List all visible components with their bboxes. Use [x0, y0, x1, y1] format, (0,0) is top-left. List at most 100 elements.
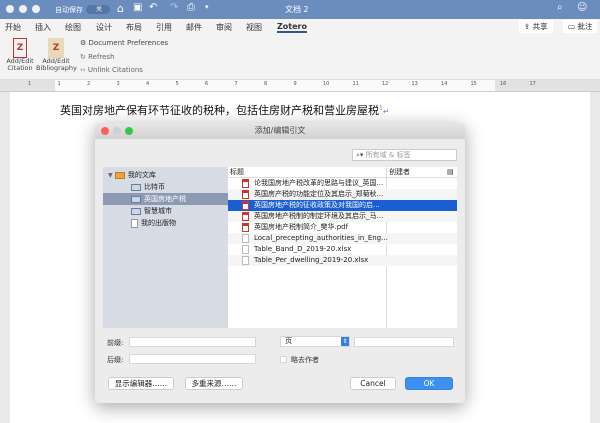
- file-icon: [242, 255, 249, 265]
- unlink-citations-button[interactable]: ‹› Unlink Citations: [80, 66, 143, 74]
- dialog-minimize-button[interactable]: [113, 127, 121, 135]
- document-paragraph[interactable]: 英国对房地产保有环节征收的税种，包括住房财产税和营业房屋税1↵: [60, 102, 390, 118]
- library-root[interactable]: ▼ 我的文库: [103, 169, 228, 181]
- multiple-sources-button[interactable]: 多重来源……: [185, 377, 243, 390]
- pdf-icon: [242, 200, 249, 210]
- window-title: 文档 2: [285, 5, 309, 14]
- search-input[interactable]: ⌕▾ 所有域 & 标签: [352, 149, 457, 161]
- folder-icon: [131, 207, 141, 215]
- ruler-number: 2: [87, 81, 91, 87]
- list-item[interactable]: Table_Per_dwelling_2019-20.xlsx: [228, 255, 457, 266]
- file-icon: [242, 244, 249, 254]
- suffix-input[interactable]: [129, 354, 256, 364]
- undo-icon[interactable]: ↶: [149, 2, 157, 13]
- share-button[interactable]: ⇪ 共享: [519, 20, 553, 33]
- cancel-button[interactable]: Cancel: [350, 377, 396, 390]
- ruler-number: 7: [234, 81, 238, 87]
- tab-review[interactable]: 审阅: [216, 22, 232, 33]
- item-title: 英国房地产税制简介_樊华.pdf: [254, 223, 349, 231]
- suppress-author-label: 略去作者: [291, 356, 319, 364]
- search-icon[interactable]: ⌕: [557, 2, 563, 13]
- ruler-number: 4: [146, 81, 150, 87]
- comment-button[interactable]: ▭ 批注: [563, 20, 598, 33]
- tab-layout[interactable]: 布局: [126, 22, 142, 33]
- ruler-number: 5: [175, 81, 179, 87]
- item-title: 英国房地产税的征收政策及对我国的启...: [254, 201, 380, 209]
- tab-view[interactable]: 视图: [246, 22, 262, 33]
- document-preferences-button[interactable]: ⚙ Document Preferences: [80, 39, 168, 47]
- tab-home[interactable]: 开始: [5, 22, 21, 33]
- prefix-input[interactable]: [129, 337, 256, 347]
- column-title[interactable]: 标题: [230, 167, 244, 178]
- item-title: 英国房产税的功能定位及其启示_郑菊秋...: [254, 190, 384, 198]
- item-title: Local_precepting_authorities_in_Eng...: [254, 234, 388, 242]
- autosave-label: 自动保存: [55, 6, 83, 14]
- my-publications[interactable]: 我的出版物: [103, 217, 228, 229]
- item-title: 论我国房地产税改革的思路与建议_英国...: [254, 179, 384, 187]
- tab-mailings[interactable]: 邮件: [186, 22, 202, 33]
- dialog-zoom-button[interactable]: [125, 127, 133, 135]
- ruler-number: 14: [441, 81, 448, 87]
- document-icon: [131, 218, 138, 228]
- add-edit-citation-button[interactable]: Z Add/Edit Citation: [2, 38, 38, 72]
- tab-insert[interactable]: 插入: [35, 22, 51, 33]
- home-icon[interactable]: ⌂: [117, 2, 124, 15]
- smiley-icon[interactable]: ☺: [577, 2, 587, 13]
- folder-icon: [131, 195, 141, 203]
- suppress-author-checkbox[interactable]: [280, 356, 287, 363]
- tab-zotero[interactable]: Zotero: [277, 22, 307, 33]
- pdf-icon: [242, 178, 249, 188]
- save-icon[interactable]: ▣: [133, 2, 142, 13]
- citation-icon: Z: [13, 38, 27, 58]
- tab-draw[interactable]: 绘图: [65, 22, 81, 33]
- list-item[interactable]: 英国房产税的功能定位及其启示_郑菊秋...: [228, 189, 457, 200]
- tab-references[interactable]: 引用: [156, 22, 172, 33]
- ribbon-tabs: 开始 插入 绘图 设计 布局 引用 邮件 审阅 视图 Zotero ⇪ 共享 ▭…: [0, 19, 600, 36]
- list-item[interactable]: Local_precepting_authorities_in_Eng...: [228, 233, 457, 244]
- column-picker-icon[interactable]: ▤: [447, 167, 454, 178]
- zoom-window-button[interactable]: [32, 5, 40, 13]
- close-window-button[interactable]: [6, 5, 14, 13]
- collection-smart-city[interactable]: 智慧城市: [103, 205, 228, 217]
- library-tree: ▼ 我的文库 比特币 英国房地产税 智慧城市 我的出版物: [103, 167, 228, 328]
- show-editor-button[interactable]: 显示编辑器……: [108, 377, 174, 390]
- ruler-number: 15: [470, 81, 477, 87]
- ruler-number: 16: [500, 81, 507, 87]
- item-title: Table_Band_D_2019-20.xlsx: [254, 245, 352, 253]
- ruler-number: 6: [205, 81, 209, 87]
- redo-icon[interactable]: ↷: [170, 2, 178, 13]
- locator-input[interactable]: [354, 337, 454, 347]
- refresh-button[interactable]: ↻ Refresh: [80, 53, 115, 61]
- prefix-label: 前缀:: [107, 339, 124, 347]
- customize-toolbar-icon[interactable]: ▾: [205, 3, 209, 11]
- collection-uk-property-tax[interactable]: 英国房地产税: [103, 193, 228, 205]
- print-icon[interactable]: ⎙: [187, 2, 195, 13]
- list-item[interactable]: 英国房地产税制简介_樊华.pdf: [228, 222, 457, 233]
- item-title: Table_Per_dwelling_2019-20.xlsx: [254, 256, 369, 264]
- column-creator[interactable]: 创建者: [389, 167, 410, 178]
- ruler[interactable]: 1 1 2 3 4 5 6 7 8 9 10 11 12 13 14 15 16 17: [0, 80, 600, 92]
- bibliography-icon: Z: [48, 38, 64, 58]
- gear-icon: ⚙: [80, 39, 87, 47]
- list-item[interactable]: 论我国房地产税改革的思路与建议_英国...: [228, 178, 457, 189]
- collection-bitcoin[interactable]: 比特币: [103, 181, 228, 193]
- dialog-close-button[interactable]: [101, 127, 109, 135]
- ok-button[interactable]: OK: [405, 377, 453, 390]
- ruler-number: 1: [57, 81, 61, 87]
- refresh-icon: ↻: [80, 53, 86, 61]
- add-edit-bibliography-button[interactable]: Z Add/Edit Bibliography: [36, 38, 77, 72]
- list-item[interactable]: 英国房地产税制的制定环境及其启示_马...: [228, 211, 457, 222]
- autosave-toggle[interactable]: 关: [86, 5, 110, 14]
- list-header: 标题 创建者 ▤: [228, 167, 457, 178]
- select-arrows-icon: ⇕: [341, 337, 349, 346]
- tab-design[interactable]: 设计: [96, 22, 112, 33]
- library-icon: [114, 171, 125, 179]
- disclosure-triangle-icon[interactable]: ▼: [108, 172, 113, 179]
- minimize-window-button[interactable]: [19, 5, 27, 13]
- list-item[interactable]: Table_Band_D_2019-20.xlsx: [228, 244, 457, 255]
- items-list: 标题 创建者 ▤ 论我国房地产税改革的思路与建议_英国... 英国房产税的功能定位…: [228, 167, 457, 328]
- unlink-icon: ‹›: [80, 66, 86, 74]
- locator-select[interactable]: 页 ⇕: [280, 336, 350, 347]
- list-item[interactable]: 英国房地产税的征收政策及对我国的启...: [228, 200, 457, 211]
- ruler-number: 8: [264, 81, 268, 87]
